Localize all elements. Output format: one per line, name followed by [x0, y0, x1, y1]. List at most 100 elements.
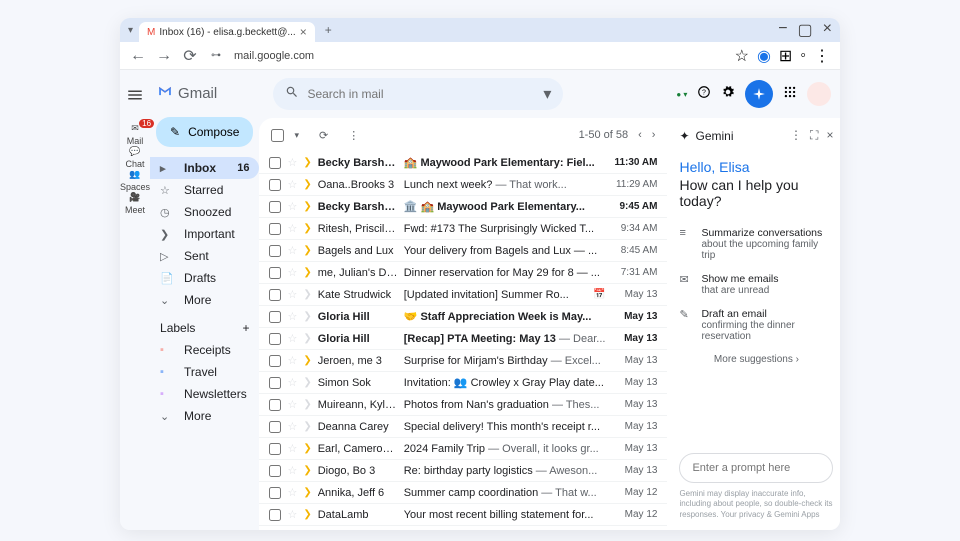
row-checkbox[interactable] — [269, 223, 281, 235]
important-icon[interactable]: ❯ — [303, 355, 311, 366]
important-icon[interactable]: ❯ — [303, 443, 311, 454]
folder-drafts[interactable]: 📄 Drafts — [150, 267, 259, 289]
row-checkbox[interactable] — [269, 377, 281, 389]
star-icon[interactable]: ☆ — [287, 420, 297, 433]
settings-icon[interactable] — [721, 85, 735, 104]
important-icon[interactable]: ❯ — [303, 311, 311, 322]
folder-inbox[interactable]: ▸ Inbox 16 — [150, 157, 259, 179]
status-dot[interactable]: ● ▾ — [676, 90, 687, 99]
email-row[interactable]: ☆ ❯ Becky Barshow 🏫 Maywood Park Element… — [259, 152, 667, 174]
gemini-button[interactable] — [745, 80, 773, 108]
star-icon[interactable]: ☆ — [287, 464, 297, 477]
label-newsletters[interactable]: ▪ Newsletters — [150, 383, 259, 405]
important-icon[interactable]: ❯ — [303, 245, 311, 256]
important-icon[interactable]: ❯ — [303, 179, 311, 190]
more-suggestions[interactable]: More suggestions › — [679, 348, 833, 371]
folder-sent[interactable]: ▷ Sent — [150, 245, 259, 267]
browser-tab[interactable]: M Inbox (16) - elisa.g.beckett@... × — [139, 22, 315, 42]
gmail-logo[interactable]: Gmail — [150, 80, 259, 113]
email-row[interactable]: ☆ ❯ Annika, Jeff 6 Summer camp coordinat… — [259, 482, 667, 504]
url-text[interactable]: mail.google.com — [234, 50, 725, 62]
important-icon[interactable]: ❯ — [303, 223, 311, 234]
star-icon[interactable]: ☆ — [287, 266, 297, 279]
important-icon[interactable]: ❯ — [303, 399, 311, 410]
star-icon[interactable]: ☆ — [287, 398, 297, 411]
select-all-checkbox[interactable] — [271, 129, 284, 142]
star-icon[interactable]: ☆ — [287, 442, 297, 455]
new-tab-button[interactable]: + — [321, 23, 336, 37]
select-dropdown-icon[interactable]: ▾ — [294, 130, 299, 141]
close-tab-icon[interactable]: × — [300, 25, 307, 39]
row-checkbox[interactable] — [269, 311, 281, 323]
site-info-icon[interactable]: ⊶ — [208, 48, 224, 64]
star-icon[interactable]: ☆ — [287, 486, 297, 499]
prompt-input[interactable] — [679, 453, 833, 483]
refresh-icon[interactable]: ⟳ — [319, 129, 328, 142]
row-checkbox[interactable] — [269, 421, 281, 433]
important-icon[interactable]: ❯ — [303, 509, 311, 520]
row-checkbox[interactable] — [269, 443, 281, 455]
email-row[interactable]: ☆ ❯ me, Julian's Diner Dinner reservatio… — [259, 262, 667, 284]
important-icon[interactable]: ❯ — [303, 157, 311, 168]
important-icon[interactable]: ❯ — [303, 465, 311, 476]
email-row[interactable]: ☆ ❯ Ritesh, Priscilla 2 Fwd: #173 The Su… — [259, 218, 667, 240]
star-icon[interactable]: ☆ — [287, 332, 297, 345]
email-row[interactable]: ☆ ❯ Gloria Hill [Recap] PTA Meeting: May… — [259, 328, 667, 350]
rail-meet[interactable]: 🎥 Meet — [120, 192, 150, 215]
search-box[interactable]: ▾ — [273, 78, 563, 110]
folder-starred[interactable]: ☆ Starred — [150, 179, 259, 201]
email-row[interactable]: ☆ ❯ Jeroen, me 3 Surprise for Mirjam's B… — [259, 350, 667, 372]
search-input[interactable] — [307, 87, 535, 101]
label-receipts[interactable]: ▪ Receipts — [150, 339, 259, 361]
next-page-icon[interactable]: › — [652, 129, 656, 141]
add-label-icon[interactable]: + — [242, 321, 249, 335]
email-row[interactable]: ☆ ❯ Oana..Brooks 3 Lunch next week? — Th… — [259, 174, 667, 196]
browser-menu-icon[interactable]: ⋮ — [814, 46, 830, 66]
important-icon[interactable]: ❯ — [303, 377, 311, 388]
tab-nav-icon[interactable]: ▾ — [128, 25, 133, 36]
email-row[interactable]: ☆ ❯ DataLamb Your most recent billing st… — [259, 504, 667, 526]
close-window-icon[interactable]: × — [823, 20, 832, 40]
row-checkbox[interactable] — [269, 157, 281, 169]
bookmark-icon[interactable]: ☆ — [735, 46, 749, 66]
suggestion-item[interactable]: ✎ Draft an email confirming the dinner r… — [679, 302, 833, 348]
row-checkbox[interactable] — [269, 201, 281, 213]
important-icon[interactable]: ❯ — [303, 421, 311, 432]
row-checkbox[interactable] — [269, 179, 281, 191]
star-icon[interactable]: ☆ — [287, 178, 297, 191]
folder-more[interactable]: ⌄ More — [150, 289, 259, 311]
important-icon[interactable]: ❯ — [303, 201, 311, 212]
rail-mail[interactable]: 16 ✉ Mail — [120, 123, 150, 146]
label-more[interactable]: ⌄ More — [150, 405, 259, 427]
profile-icon[interactable]: ◦ — [800, 47, 806, 65]
puzzle-icon[interactable]: ⊞ — [779, 46, 792, 66]
email-row[interactable]: ☆ ❯ Kate Strudwick [Updated invitation] … — [259, 284, 667, 306]
prev-page-icon[interactable]: ‹ — [638, 129, 642, 141]
row-checkbox[interactable] — [269, 465, 281, 477]
star-icon[interactable]: ☆ — [287, 376, 297, 389]
rail-spaces[interactable]: 👥 Spaces — [120, 169, 150, 192]
star-icon[interactable]: ☆ — [287, 354, 297, 367]
star-icon[interactable]: ☆ — [287, 508, 297, 521]
star-icon[interactable]: ☆ — [287, 288, 297, 301]
email-row[interactable]: ☆ ❯ Muireann, Kylie, David Photos from N… — [259, 394, 667, 416]
label-travel[interactable]: ▪ Travel — [150, 361, 259, 383]
important-icon[interactable]: ❯ — [303, 333, 311, 344]
panel-expand-icon[interactable]: ⛶ — [810, 128, 818, 143]
star-icon[interactable]: ☆ — [287, 222, 297, 235]
minimize-icon[interactable]: − — [778, 20, 787, 40]
row-checkbox[interactable] — [269, 333, 281, 345]
maximize-icon[interactable]: ▢ — [798, 20, 813, 40]
row-checkbox[interactable] — [269, 509, 281, 521]
more-actions-icon[interactable]: ⋮ — [348, 129, 359, 142]
email-row[interactable]: ☆ ❯ Gloria Hill 🤝 Staff Appreciation Wee… — [259, 306, 667, 328]
panel-menu-icon[interactable]: ⋮ — [790, 128, 802, 143]
important-icon[interactable]: ❯ — [303, 487, 311, 498]
suggestion-item[interactable]: ✉ Show me emails that are unread — [679, 267, 833, 302]
email-row[interactable]: ☆ ❯ Becky Barshow 🏛️ 🏫 Maywood Park Elem… — [259, 196, 667, 218]
row-checkbox[interactable] — [269, 399, 281, 411]
rail-chat[interactable]: 💬 Chat — [120, 146, 150, 169]
panel-close-icon[interactable]: × — [826, 128, 833, 143]
search-options-icon[interactable]: ▾ — [543, 84, 551, 104]
star-icon[interactable]: ☆ — [287, 244, 297, 257]
